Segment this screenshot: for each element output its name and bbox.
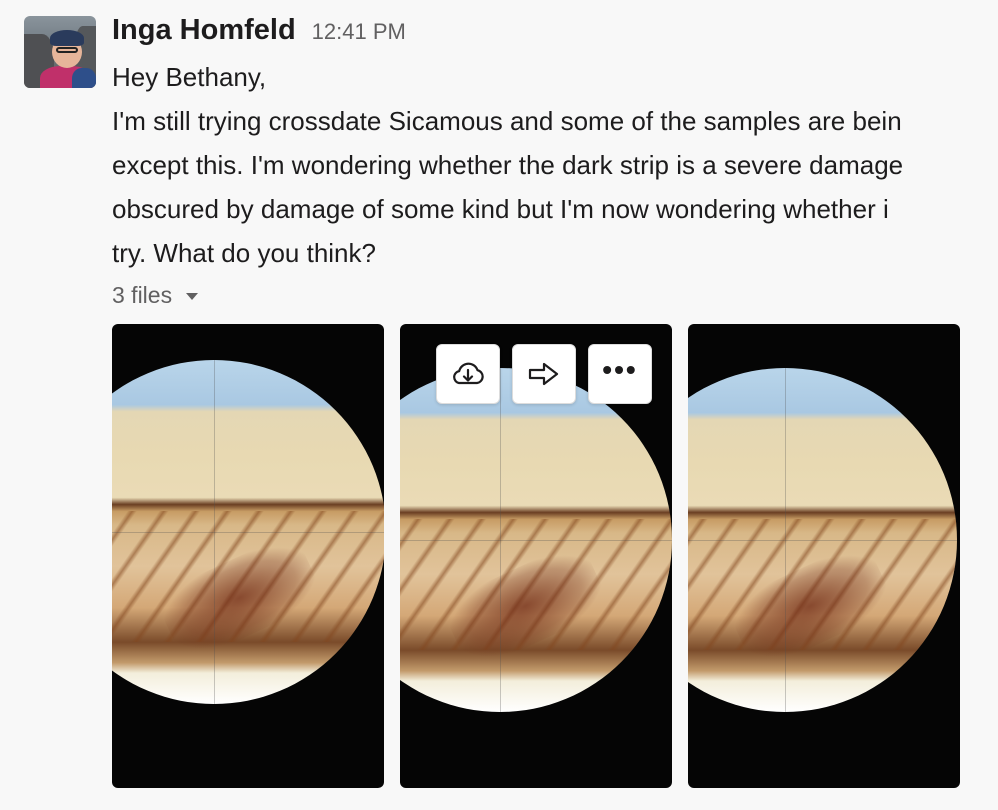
- download-button[interactable]: [436, 344, 500, 404]
- microscope-image: [112, 360, 384, 704]
- message-line: Hey Bethany,: [112, 62, 267, 92]
- share-button[interactable]: [512, 344, 576, 404]
- cloud-download-icon: [453, 362, 484, 385]
- image-attachment-1[interactable]: [112, 324, 384, 788]
- more-actions-button[interactable]: •••: [588, 344, 652, 404]
- image-attachment-3[interactable]: [688, 324, 960, 788]
- more-icon: •••: [602, 354, 638, 385]
- author-name[interactable]: Inga Homfeld: [112, 14, 296, 47]
- message-timestamp[interactable]: 12:41 PM: [312, 19, 406, 45]
- microscope-image: [688, 368, 957, 712]
- files-toggle[interactable]: 3 files: [112, 282, 199, 309]
- message-line: obscured by damage of some kind but I'm …: [112, 194, 889, 224]
- arrow-share-icon: [528, 362, 559, 386]
- microscope-image: [400, 368, 672, 712]
- avatar[interactable]: [24, 16, 96, 88]
- message-line: I'm still trying crossdate Sicamous and …: [112, 106, 902, 136]
- files-count-label: 3 files: [112, 282, 173, 308]
- message-line: except this. I'm wondering whether the d…: [112, 150, 904, 180]
- message-header: Inga Homfeld 12:41 PM: [112, 14, 406, 50]
- caret-down-icon: [186, 293, 199, 300]
- message: Inga Homfeld 12:41 PM Hey Bethany, I'm s…: [0, 0, 998, 810]
- file-hover-actions: •••: [436, 344, 652, 404]
- message-line: try. What do you think?: [112, 238, 376, 268]
- message-body: Hey Bethany, I'm still trying crossdate …: [112, 55, 998, 275]
